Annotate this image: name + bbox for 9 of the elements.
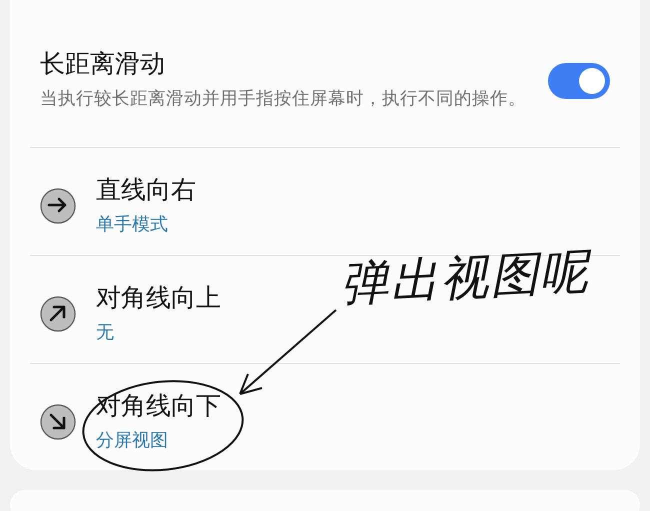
- gesture-title[interactable]: 对角线向上: [96, 282, 221, 314]
- toggle-switch[interactable]: [548, 62, 610, 98]
- gesture-action: 单手模式: [96, 212, 169, 236]
- gesture-title[interactable]: 直线向右: [96, 174, 196, 206]
- setting-description: 当执行较长距离滑动并用手指按住屏幕时，执行不同的操作。: [40, 88, 527, 111]
- handwritten-note: 弹出视图呢: [338, 242, 592, 314]
- setting-title: 长距离滑动: [40, 48, 166, 80]
- gesture-action: 无: [96, 320, 115, 344]
- gesture-action: 分屏视图: [96, 429, 169, 453]
